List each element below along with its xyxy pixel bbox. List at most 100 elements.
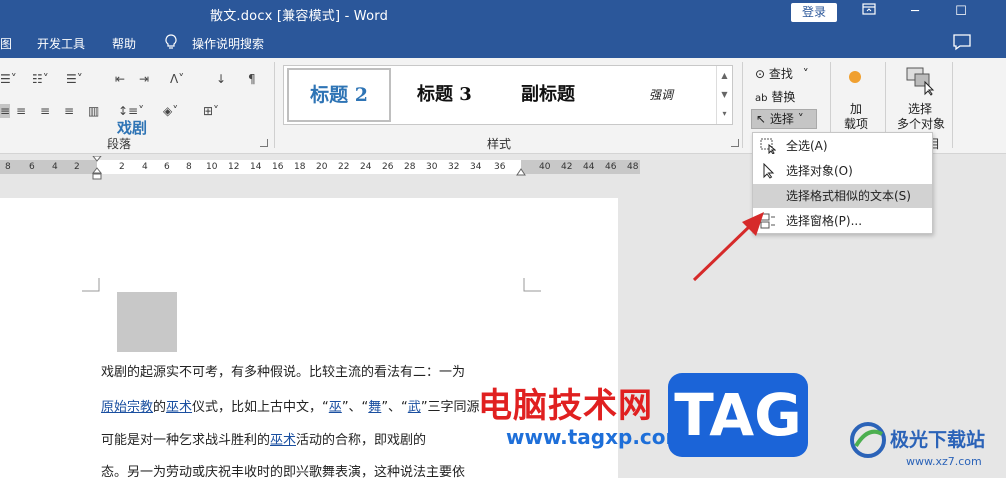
add-ins-label-2[interactable]: 载项 bbox=[844, 115, 868, 132]
menu-item-label: 选择格式相似的文本(S) bbox=[786, 189, 911, 203]
more-styles-icon[interactable]: ▾ bbox=[717, 104, 732, 123]
scroll-up-icon[interactable]: ▲ bbox=[717, 66, 732, 85]
text-run: ”三字同源 bbox=[420, 400, 480, 415]
paragraph-line[interactable]: 戏剧的起源实不可考，有多种假说。比较主流的看法有二：一为 bbox=[101, 361, 465, 380]
comment-icon[interactable] bbox=[952, 33, 972, 51]
menu-item-selection-pane[interactable]: 选择窗格(P)... bbox=[753, 209, 932, 233]
align-center-icon[interactable]: ≡ bbox=[16, 104, 26, 118]
hyperlink[interactable]: 巫 bbox=[329, 400, 342, 415]
ruler-tick: 8 bbox=[186, 162, 192, 172]
styles-gallery: 标题 2 标题 3 副标题 强调 ▲ ▼ ▾ bbox=[283, 65, 733, 125]
text-run: 活动的合称，即戏剧的 bbox=[296, 433, 427, 448]
sort-icon[interactable]: ↓ bbox=[216, 72, 226, 86]
align-right-icon[interactable]: ≡ bbox=[40, 104, 50, 118]
ruler-tick: 16 bbox=[272, 162, 284, 172]
hyperlink[interactable]: 武 bbox=[408, 400, 421, 415]
cursor-arrow-icon: ↖ bbox=[756, 112, 767, 126]
title-bar: 散文.docx [兼容模式] - Word 登录 ─ ☐ bbox=[0, 0, 1006, 28]
ruler-tick: 40 bbox=[539, 162, 551, 172]
numbering-icon[interactable]: ☷˅ bbox=[32, 72, 49, 86]
align-left-icon[interactable]: ≡ bbox=[0, 104, 10, 118]
replace-label: 替换 bbox=[771, 90, 796, 104]
watermark-brand-url: www.xz7.com bbox=[906, 455, 982, 468]
decrease-indent-icon[interactable]: ⇤ bbox=[115, 72, 125, 86]
select-multiple-icon[interactable] bbox=[905, 66, 935, 96]
ruler-tick: 4 bbox=[52, 162, 58, 172]
borders-icon[interactable]: ⊞˅ bbox=[203, 104, 219, 118]
styles-group-label: 样式 bbox=[487, 137, 512, 151]
select-label: 选择 bbox=[769, 112, 794, 126]
paragraph-line[interactable]: 可能是对一种乞求战斗胜利的巫术活动的合称，即戏剧的 bbox=[101, 429, 426, 448]
menu-tab-help[interactable]: 帮助 bbox=[112, 35, 136, 52]
show-marks-icon[interactable]: ¶ bbox=[248, 72, 256, 86]
style-subtitle[interactable]: 副标题 bbox=[521, 66, 575, 124]
ribbon-display-icon[interactable] bbox=[858, 2, 880, 22]
increase-indent-icon[interactable]: ⇥ bbox=[139, 72, 149, 86]
ruler-tick: 26 bbox=[382, 162, 394, 172]
menu-item-label: 全选(A) bbox=[786, 139, 828, 153]
shading-icon[interactable]: ◈˅ bbox=[163, 104, 178, 118]
group-divider bbox=[742, 62, 743, 148]
cursor-arrow-icon bbox=[763, 163, 775, 179]
ruler-tick: 46 bbox=[605, 162, 617, 172]
style-emphasis[interactable]: 强调 bbox=[649, 66, 673, 124]
menu-item-select-all[interactable]: 全选(A) bbox=[753, 134, 932, 158]
text-run: ”、“ bbox=[341, 400, 369, 415]
hyperlink[interactable]: 舞 bbox=[368, 400, 381, 415]
text-run: 可能是对一种乞求战斗胜利的 bbox=[101, 433, 271, 448]
justify-icon[interactable]: ≡ bbox=[64, 104, 74, 118]
ruler-tick: 34 bbox=[470, 162, 482, 172]
replace-button[interactable]: ab 替换 bbox=[755, 88, 795, 105]
indent-marker-icon[interactable] bbox=[92, 156, 102, 180]
find-icon: ⊙ bbox=[755, 67, 766, 81]
margin-corner-icon bbox=[523, 278, 541, 292]
ruler-tick: 36 bbox=[494, 162, 506, 172]
multilevel-list-icon[interactable]: ☰˅ bbox=[66, 72, 83, 86]
hyperlink[interactable]: 巫术 bbox=[166, 400, 192, 415]
menu-tab-developer[interactable]: 开发工具 bbox=[37, 35, 85, 52]
select-button[interactable]: ↖ 选择 ˅ bbox=[751, 109, 817, 129]
paragraph-line[interactable]: 态。另一为劳动或庆祝丰收时的即兴歌舞表演，这种说法主要依 bbox=[101, 461, 465, 478]
styles-launcher-icon[interactable] bbox=[731, 139, 739, 147]
paragraph-line[interactable]: 原始宗教的巫术仪式，比如上古中文，“巫”、“舞”、“武”三字同源 bbox=[101, 396, 480, 415]
menu-item-label: 选择对象(O) bbox=[786, 164, 853, 178]
styles-scrollbar[interactable]: ▲ ▼ ▾ bbox=[716, 66, 732, 124]
replace-icon: ab bbox=[755, 93, 768, 104]
menu-bar: 图 开发工具 帮助 操作说明搜索 bbox=[0, 28, 1006, 58]
right-indent-marker-icon[interactable] bbox=[516, 168, 526, 178]
minimize-button[interactable]: ─ bbox=[904, 2, 926, 22]
maximize-button[interactable]: ☐ bbox=[950, 2, 972, 22]
bullets-icon[interactable]: ☰˅ bbox=[0, 72, 17, 86]
find-button[interactable]: ⊙ 查找 ˅ bbox=[755, 65, 809, 82]
text-run: 的 bbox=[153, 400, 167, 415]
login-button[interactable]: 登录 bbox=[791, 3, 837, 22]
ruler-tick: 32 bbox=[448, 162, 460, 172]
distributed-icon[interactable]: ▥ bbox=[88, 104, 99, 118]
hyperlink[interactable]: 原始宗教 bbox=[101, 400, 153, 415]
ruler-tick: 22 bbox=[338, 162, 350, 172]
paragraph-launcher-icon[interactable] bbox=[260, 139, 268, 147]
group-divider bbox=[952, 62, 953, 148]
ruler-tick: 4 bbox=[142, 162, 148, 172]
chevron-down-icon: ˅ bbox=[797, 112, 804, 126]
chinese-layout-icon[interactable]: ᐱ˅ bbox=[170, 72, 184, 86]
style-heading-2[interactable]: 标题 2 bbox=[287, 68, 391, 122]
heading-selection-highlight bbox=[117, 292, 177, 352]
watermark-tag-logo: TAG bbox=[668, 373, 808, 457]
line-spacing-icon[interactable]: ↕≡˅ bbox=[118, 104, 144, 118]
document-heading[interactable]: 戏剧 bbox=[117, 117, 147, 138]
scroll-down-icon[interactable]: ▼ bbox=[717, 85, 732, 104]
watermark-text: 电脑技术网 bbox=[478, 386, 653, 426]
ruler-tick: 2 bbox=[74, 162, 80, 172]
select-multiple-label-2[interactable]: 多个对象 bbox=[897, 115, 945, 132]
annotation-arrow-icon bbox=[692, 212, 764, 282]
add-ins-icon[interactable] bbox=[849, 71, 861, 83]
menu-item-select-objects[interactable]: 选择对象(O) bbox=[753, 159, 932, 183]
ruler-tick: 14 bbox=[250, 162, 262, 172]
group-divider bbox=[274, 62, 275, 148]
menu-item-select-similar-formatting[interactable]: 选择格式相似的文本(S) bbox=[753, 184, 932, 208]
hyperlink[interactable]: 巫术 bbox=[270, 433, 296, 448]
tell-me-search[interactable]: 操作说明搜索 bbox=[192, 35, 264, 52]
menu-tab-view[interactable]: 图 bbox=[0, 35, 12, 52]
style-heading-3[interactable]: 标题 3 bbox=[417, 66, 472, 124]
